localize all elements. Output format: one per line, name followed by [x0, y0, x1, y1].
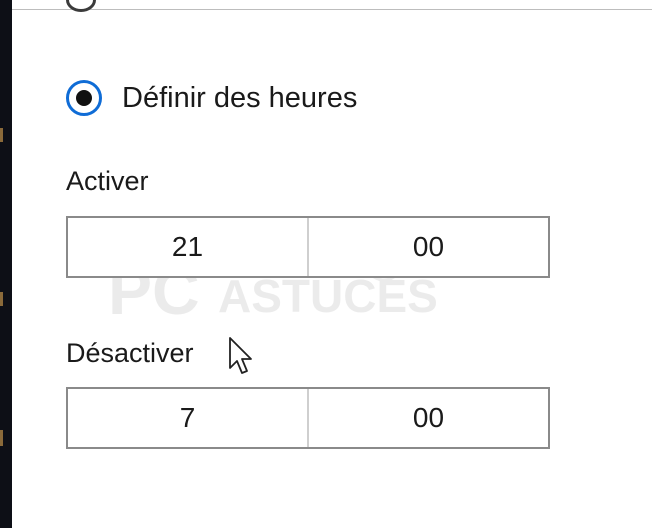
set-hours-option[interactable]: Définir des heures: [66, 80, 357, 116]
activate-label: Activer: [66, 166, 149, 196]
edge-mark: [0, 430, 3, 446]
activate-time-picker[interactable]: 21 00: [66, 216, 550, 278]
deactivate-minute[interactable]: 00: [307, 389, 548, 447]
background-window-edge: [0, 0, 12, 528]
pointer-cursor-icon: [229, 337, 252, 374]
edge-mark: [0, 292, 3, 306]
deactivate-hour[interactable]: 7: [68, 389, 307, 447]
set-hours-label: Définir des heures: [122, 81, 358, 114]
deactivate-label: Désactiver: [66, 338, 194, 368]
radio-selected-icon[interactable]: [66, 80, 102, 116]
activate-hour[interactable]: 21: [68, 218, 307, 276]
top-divider: [12, 9, 652, 10]
deactivate-time-picker[interactable]: 7 00: [66, 387, 550, 449]
radio-dot: [76, 90, 92, 106]
edge-mark: [0, 128, 3, 142]
activate-minute[interactable]: 00: [307, 218, 548, 276]
partial-toggle-icon: [66, 0, 96, 12]
